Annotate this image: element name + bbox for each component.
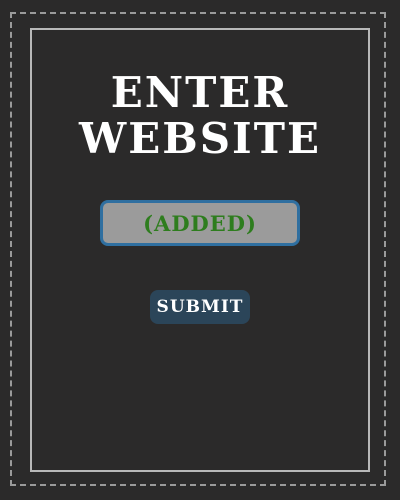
title-line-1: ENTER <box>110 68 290 117</box>
submit-button[interactable]: SUBMIT <box>150 290 250 324</box>
title-line-2: WEBSITE <box>79 114 321 163</box>
page: ENTER WEBSITE (ADDED) SUBMIT <box>0 0 400 500</box>
page-title: ENTER WEBSITE <box>0 70 400 162</box>
website-field[interactable]: (ADDED) <box>100 200 300 246</box>
website-field-value: (ADDED) <box>143 210 257 236</box>
